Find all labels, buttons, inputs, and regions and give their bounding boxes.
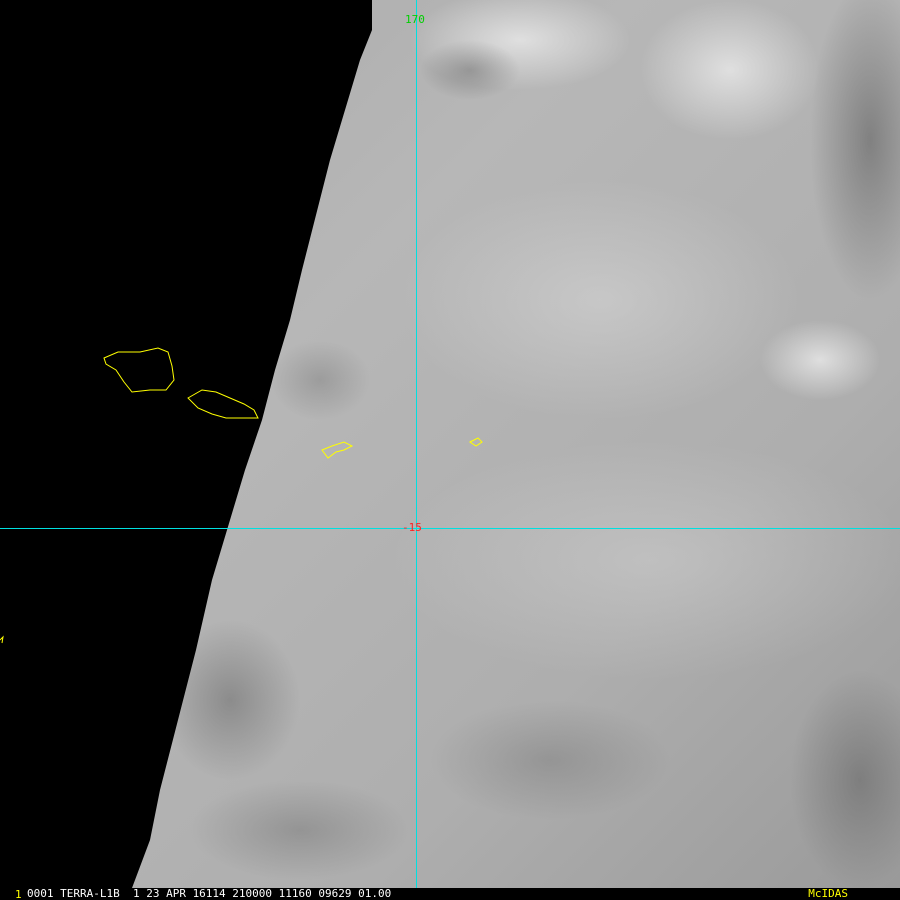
longitude-label: 170 xyxy=(405,13,425,26)
coastline-savaii xyxy=(103,347,175,393)
coastline-edge xyxy=(0,635,4,644)
satellite-imagery xyxy=(0,0,900,888)
latitude-label: -15 xyxy=(402,521,422,534)
frame-number: 1 xyxy=(15,888,22,900)
mcidas-brand: McIDAS xyxy=(808,887,848,900)
coastline-upolu xyxy=(187,389,259,419)
frame-info: 0001 TERRA-L1B 1 23 APR 16114 210000 111… xyxy=(27,887,392,900)
satellite-image-viewport[interactable]: 170 -15 1 0001 TERRA-L1B 1 23 APR 16114 … xyxy=(0,0,900,900)
status-bar: 1 0001 TERRA-L1B 1 23 APR 16114 210000 1… xyxy=(0,888,900,900)
cloud-swath xyxy=(132,0,900,888)
